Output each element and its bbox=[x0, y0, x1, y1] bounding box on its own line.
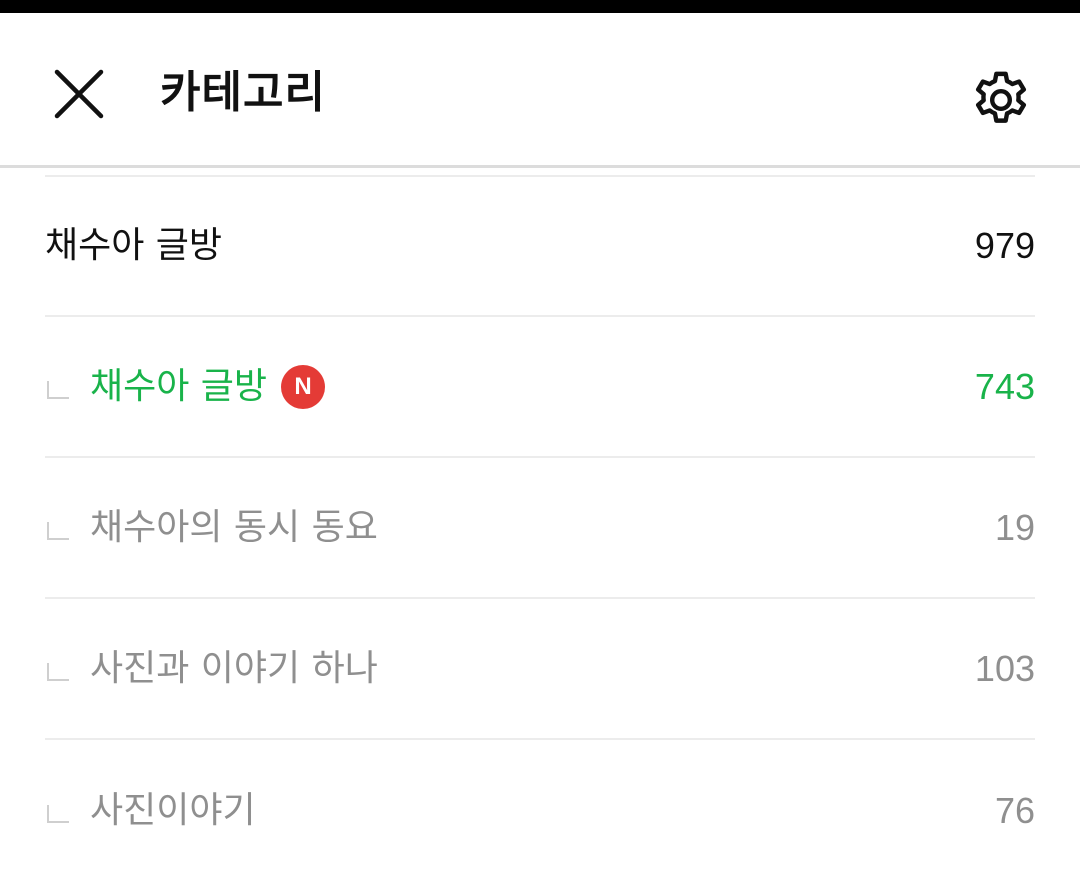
category-label: 채수아 글방 bbox=[90, 365, 268, 407]
category-count: 19 bbox=[994, 506, 1035, 548]
category-count: 103 bbox=[974, 647, 1035, 689]
new-badge: N bbox=[281, 364, 326, 409]
category-row[interactable]: 사진과 이야기 하나 103 bbox=[45, 599, 1035, 740]
category-count: 743 bbox=[974, 365, 1035, 407]
settings-button[interactable] bbox=[962, 63, 1040, 141]
category-count: 76 bbox=[994, 789, 1035, 831]
sub-category-indent-icon bbox=[47, 804, 69, 823]
category-row[interactable]: 채수아의 동시 동요 19 bbox=[45, 458, 1035, 599]
header-bar: 카테고리 bbox=[0, 13, 1080, 168]
category-row-parent[interactable]: 채수아 글방 979 bbox=[45, 177, 1035, 317]
category-row[interactable]: 사진이야기 76 bbox=[45, 740, 1035, 881]
category-label: 사진과 이야기 하나 bbox=[90, 647, 378, 689]
close-icon bbox=[53, 68, 105, 124]
page-title: 카테고리 bbox=[160, 67, 326, 118]
sub-category-indent-icon bbox=[47, 521, 69, 540]
category-row-selected[interactable]: 채수아 글방 N 743 bbox=[45, 317, 1035, 458]
sub-category-indent-icon bbox=[47, 662, 69, 681]
category-list: 채수아 글방 979 채수아 글방 N 743 채수아의 동시 동요 19 사진… bbox=[45, 177, 1035, 881]
status-bar bbox=[0, 0, 1080, 13]
gear-icon bbox=[968, 67, 1034, 137]
category-label: 채수아의 동시 동요 bbox=[90, 506, 378, 548]
close-button[interactable] bbox=[48, 65, 110, 127]
sub-category-indent-icon bbox=[47, 380, 69, 399]
category-count: 979 bbox=[974, 225, 1035, 266]
category-label: 채수아 글방 bbox=[45, 225, 223, 266]
category-label: 사진이야기 bbox=[90, 789, 256, 831]
